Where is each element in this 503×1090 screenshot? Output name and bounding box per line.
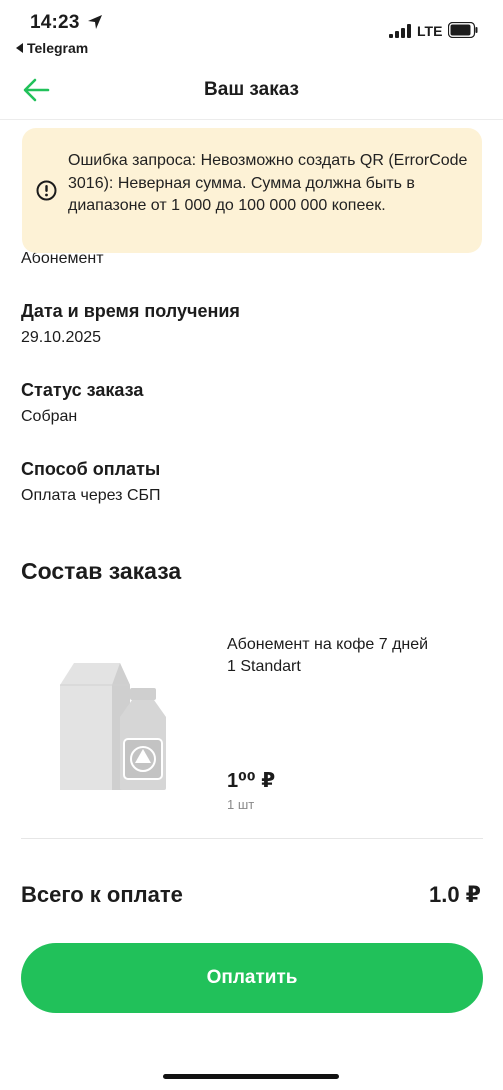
status-time: 14:23 bbox=[30, 12, 80, 33]
order-status-value: Собран bbox=[21, 408, 78, 425]
composition-title: Состав заказа bbox=[21, 558, 182, 584]
battery-icon bbox=[448, 22, 478, 38]
network-type: LTE bbox=[417, 23, 443, 39]
receive-date-value: 29.10.2025 bbox=[21, 329, 102, 346]
back-triangle-icon bbox=[16, 43, 23, 53]
product-price: 1⁰⁰ ₽ bbox=[227, 770, 276, 792]
app-header: Ваш заказ bbox=[0, 60, 503, 120]
receive-date-label: Дата и время получения bbox=[21, 301, 240, 321]
back-to-app-link[interactable]: Telegram bbox=[16, 40, 88, 56]
product-quantity: 1 шт bbox=[227, 797, 255, 812]
cellular-signal-icon bbox=[389, 24, 411, 38]
location-arrow-icon bbox=[88, 15, 102, 29]
product-name: Абонемент на кофе 7 дней 1 Standart bbox=[227, 634, 487, 678]
payment-method-value: Оплата через СБП bbox=[21, 487, 161, 504]
back-app-label: Telegram bbox=[27, 40, 89, 56]
page-title: Ваш заказ bbox=[204, 79, 299, 100]
product-variant: 1 Standart bbox=[227, 658, 301, 675]
total-value: 1.0 ₽ bbox=[428, 882, 481, 907]
divider bbox=[21, 838, 483, 839]
total-label: Всего к оплате bbox=[21, 882, 183, 907]
pay-button[interactable]: Оплатить bbox=[21, 943, 483, 1013]
status-bar: 14:23 Telegram LTE bbox=[0, 0, 503, 60]
error-message: Ошибка запроса: Невозможно создать QR (E… bbox=[68, 152, 468, 214]
product-title: Абонемент на кофе 7 дней bbox=[227, 636, 429, 653]
payment-method-label: Способ оплаты bbox=[21, 459, 161, 479]
product-placeholder-image bbox=[60, 663, 166, 790]
home-indicator bbox=[163, 1074, 339, 1079]
exclamation-circle-icon bbox=[36, 180, 57, 201]
error-toast: Ошибка запроса: Невозможно создать QR (E… bbox=[22, 128, 482, 253]
order-status-label: Статус заказа bbox=[21, 380, 144, 400]
